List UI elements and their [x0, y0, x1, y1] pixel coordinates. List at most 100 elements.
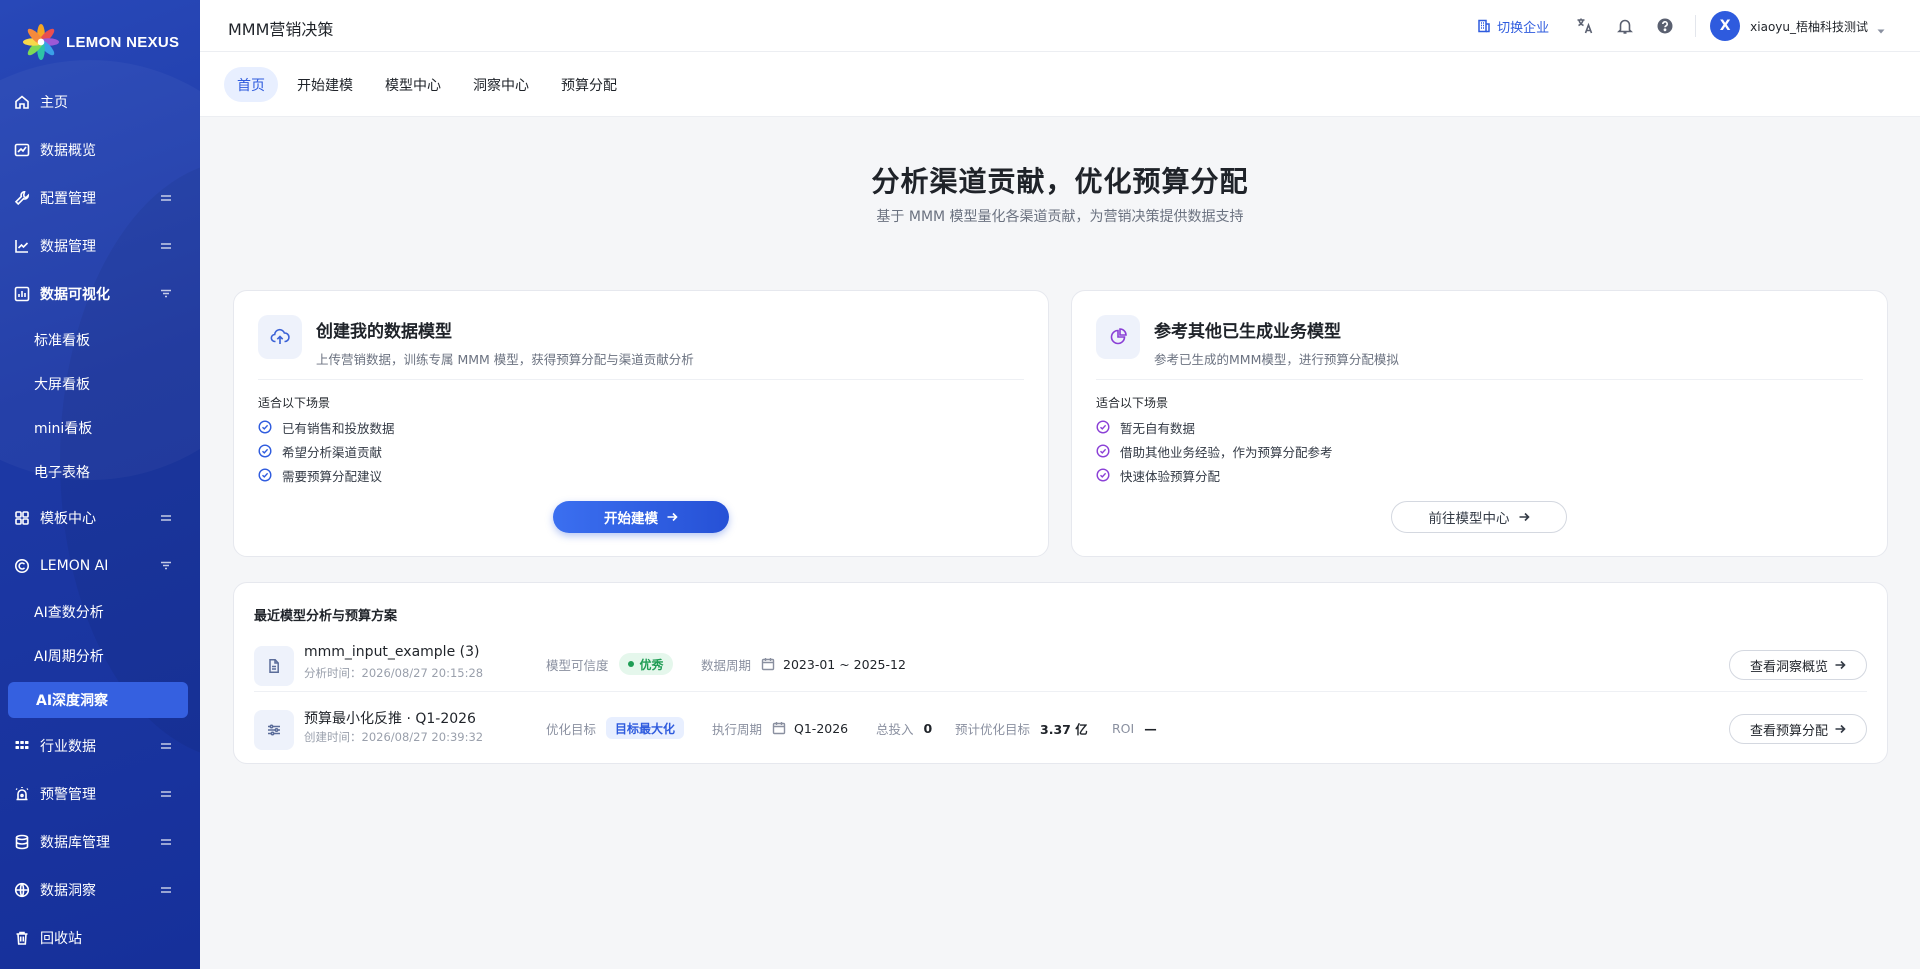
user-menu[interactable]: X xiaoyu_梧柚科技测试	[1710, 11, 1886, 41]
tab-bar: 首页 开始建模 模型中心 洞察中心 预算分配	[200, 52, 1920, 117]
sidebar-sub-big-screen-board[interactable]: 大屏看板	[0, 362, 200, 406]
card-icon-wrapper	[1096, 315, 1140, 359]
list-item: 借助其他业务经验，作为预算分配参考	[1096, 439, 1333, 463]
filter-collapse-icon	[160, 288, 172, 300]
total-investment-field: 总投入 0	[876, 700, 932, 756]
menu-lines-icon	[160, 836, 172, 848]
calendar-icon	[761, 658, 775, 671]
notifications-button[interactable]	[1615, 16, 1635, 36]
globe-icon	[14, 882, 30, 898]
sidebar-item-data-visualization[interactable]: 数据可视化	[0, 270, 200, 318]
trash-icon	[14, 930, 30, 946]
recent-panel: 最近模型分析与预算方案 mmm_input_example (3) 分析时间：2…	[233, 582, 1888, 764]
document-icon	[269, 659, 279, 673]
sidebar-item-config[interactable]: 配置管理	[0, 174, 200, 222]
tab-model-center[interactable]: 模型中心	[372, 67, 454, 102]
header-divider	[1695, 15, 1697, 37]
header-actions: 切换企业 X xiaoyu_梧柚科技测试	[1477, 0, 1920, 52]
sidebar-sub-mini-board[interactable]: mini看板	[0, 406, 200, 450]
switch-enterprise-button[interactable]: 切换企业	[1477, 17, 1549, 36]
sidebar-item-lemon-ai[interactable]: LEMON AI	[0, 542, 200, 590]
sidebar-item-industry-data[interactable]: 行业数据	[0, 722, 200, 770]
field-value: 3.37 亿	[1040, 721, 1088, 737]
tab-budget-allocation[interactable]: 预算分配	[548, 67, 630, 102]
cloud-upload-icon	[270, 328, 290, 344]
row-time: 分析时间：2026/08/27 20:15:28	[304, 666, 484, 680]
field-label: 优化目标	[546, 721, 597, 737]
reference-model-card: 参考其他已生成业务模型 参考已生成的MMM模型，进行预算分配模拟 适合以下场景 …	[1071, 290, 1888, 557]
bar-chart-icon	[14, 286, 30, 302]
view-budget-allocation-button[interactable]: 查看预算分配	[1729, 714, 1867, 744]
field-label: 预计优化目标	[955, 721, 1031, 737]
field-value: 2023-01 ~ 2025-12	[783, 656, 906, 672]
check-circle-icon	[1096, 420, 1110, 434]
row-name[interactable]: 预算最小化反推 · Q1-2026	[304, 708, 476, 728]
field-label: 模型可信度	[546, 657, 609, 673]
view-insight-overview-button[interactable]: 查看洞察概览	[1729, 650, 1867, 680]
sidebar-item-data-insight[interactable]: 数据洞察	[0, 866, 200, 914]
sidebar-sub-ai-cycle[interactable]: AI周期分析	[0, 634, 200, 678]
field-value: —	[1144, 720, 1157, 736]
start-modeling-button[interactable]: 开始建模	[553, 501, 729, 533]
sidebar-item-database-management[interactable]: 数据库管理	[0, 818, 200, 866]
menu-lines-icon	[160, 788, 172, 800]
scene-text: 快速体验预算分配	[1120, 468, 1221, 484]
translate-button[interactable]	[1575, 16, 1595, 36]
sidebar-item-label: 配置管理	[40, 191, 96, 207]
chart-line-icon	[14, 142, 30, 158]
caret-down-icon	[1876, 21, 1886, 34]
sidebar-sub-spreadsheet[interactable]: 电子表格	[0, 450, 200, 494]
status-dot	[627, 661, 634, 667]
arrow-right-icon	[1835, 660, 1846, 670]
row-icon-wrapper	[254, 710, 294, 750]
row-name[interactable]: mmm_input_example (3)	[304, 644, 479, 660]
field-label: 总投入	[876, 721, 914, 737]
tab-insight-center[interactable]: 洞察中心	[460, 67, 542, 102]
sidebar-sub-standard-board[interactable]: 标准看板	[0, 318, 200, 362]
apps-icon	[14, 738, 30, 754]
sidebar-item-data-management[interactable]: 数据管理	[0, 222, 200, 270]
button-label: 开始建模	[604, 511, 658, 527]
arrow-right-icon	[1519, 512, 1530, 522]
sidebar-sub-ai-query[interactable]: AI查数分析	[0, 590, 200, 634]
table-row: mmm_input_example (3) 分析时间：2026/08/27 20…	[254, 636, 1867, 692]
scene-text: 已有销售和投放数据	[282, 420, 395, 436]
app-title: MMM营销决策	[228, 20, 334, 39]
sidebar-item-home[interactable]: 主页	[0, 78, 200, 126]
list-item: 已有销售和投放数据	[258, 415, 395, 439]
sidebar-item-label: 主页	[40, 95, 68, 111]
list-item: 希望分析渠道贡献	[258, 439, 395, 463]
scene-text: 借助其他业务经验，作为预算分配参考	[1120, 444, 1333, 460]
button-label: 前往模型中心	[1428, 511, 1510, 527]
field-label: ROI	[1112, 720, 1135, 736]
scene-text: 需要预算分配建议	[282, 468, 383, 484]
badge-text: 优秀	[639, 657, 664, 672]
sidebar-item-label: 行业数据	[40, 739, 96, 755]
sidebar-item-recycle-bin[interactable]: 回收站	[0, 914, 200, 962]
row-icon-wrapper	[254, 646, 294, 686]
button-label: 查看洞察概览	[1749, 659, 1828, 675]
card-title: 创建我的数据模型	[316, 322, 452, 342]
field-value: Q1-2026	[794, 720, 849, 736]
table-row: 预算最小化反推 · Q1-2026 创建时间：2026/08/27 20:39:…	[254, 700, 1867, 756]
button-label: 查看预算分配	[1749, 723, 1828, 739]
hero-title: 分析渠道贡献，优化预算分配	[871, 165, 1249, 198]
target-field: 优化目标 目标最大化	[546, 700, 685, 756]
field-label: 数据周期	[701, 657, 752, 673]
menu-lines-icon	[160, 192, 172, 204]
sidebar-item-label: LEMON AI	[40, 558, 109, 574]
tab-home[interactable]: 首页	[224, 67, 278, 102]
brand-logo[interactable]: LEMON NEXUS	[22, 22, 179, 62]
scene-list: 已有销售和投放数据 希望分析渠道贡献 需要预算分配建议	[258, 415, 395, 487]
user-name: xiaoyu_梧柚科技测试	[1750, 19, 1868, 34]
tab-start-modeling[interactable]: 开始建模	[284, 67, 366, 102]
sidebar-item-alert-management[interactable]: 预警管理	[0, 770, 200, 818]
help-button[interactable]	[1655, 16, 1675, 36]
sidebar-item-template-center[interactable]: 模板中心	[0, 494, 200, 542]
list-item: 快速体验预算分配	[1096, 463, 1333, 487]
sidebar-sub-ai-deep-insight[interactable]: AI深度洞察	[8, 682, 188, 718]
sidebar-item-data-overview[interactable]: 数据概览	[0, 126, 200, 174]
filter-collapse-icon	[160, 560, 172, 572]
create-model-card: 创建我的数据模型 上传营销数据，训练专属 MMM 模型，获得预算分配与渠道贡献分…	[233, 290, 1049, 557]
go-model-center-button[interactable]: 前往模型中心	[1391, 501, 1567, 533]
